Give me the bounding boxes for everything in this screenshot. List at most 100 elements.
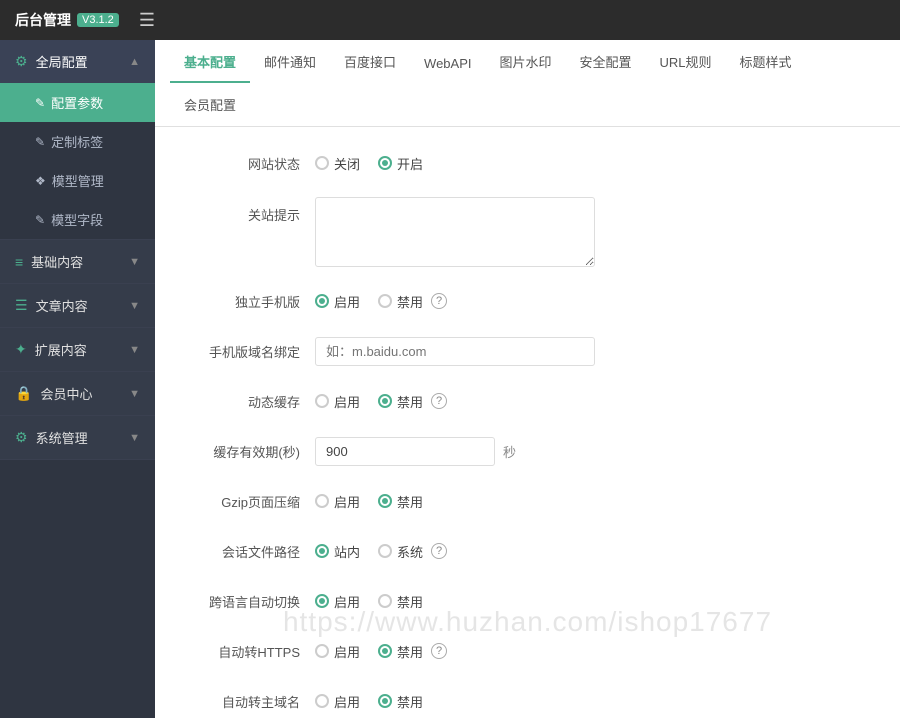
form-area: 网站状态 关闭 开启 关站提示	[155, 127, 900, 718]
radio-https-enable[interactable]: 启用	[315, 642, 360, 661]
radio-mobile-enable[interactable]: 启用	[315, 292, 360, 311]
radio-label-autodomain-disable: 禁用	[397, 692, 423, 711]
tab-bar: 基本配置 邮件通知 百度接口 WebAPI 图片水印 安全配置 URL规则 标题…	[155, 40, 900, 127]
sidebar-header-member[interactable]: 🔒 会员中心 ▼	[0, 372, 155, 415]
radio-label-gzip-enable: 启用	[334, 492, 360, 511]
radio-mobile-disable[interactable]: 禁用	[378, 292, 423, 311]
radio-https-disable[interactable]: 禁用	[378, 642, 423, 661]
form-row-auto-domain: 自动转主域名 启用 禁用	[185, 685, 870, 717]
form-row-cross-lang: 跨语言自动切换 启用 禁用	[185, 585, 870, 617]
label-close-tip: 关站提示	[185, 197, 315, 224]
radio-crosslang-enable[interactable]: 启用	[315, 592, 360, 611]
chevron-down-icon-basic: ▼	[129, 256, 140, 268]
radio-label-close: 关闭	[334, 154, 360, 173]
radio-session-system[interactable]: 系统	[378, 542, 423, 561]
sidebar-section-label-extend: 扩展内容	[35, 340, 87, 359]
list-icon: ≡	[15, 254, 23, 270]
radio-group-cross-lang: 启用 禁用	[315, 592, 423, 611]
radio-circle-autodomain-disable	[378, 694, 392, 708]
gear-icon: ⚙	[15, 53, 28, 70]
tab-url-rules[interactable]: URL规则	[646, 40, 726, 83]
label-auto-domain: 自动转主域名	[185, 692, 315, 711]
label-site-status: 网站状态	[185, 154, 315, 173]
info-icon-cache[interactable]: ?	[431, 393, 447, 409]
sidebar-header-global-config[interactable]: ⚙ 全局配置 ▲	[0, 40, 155, 83]
control-auto-https: 启用 禁用 ?	[315, 642, 870, 661]
sidebar-item-model-manage[interactable]: ❖ 模型管理	[0, 161, 155, 200]
system-icon: ⚙	[15, 429, 28, 446]
info-icon-session[interactable]: ?	[431, 543, 447, 559]
radio-circle-crosslang-enable	[315, 594, 329, 608]
radio-autodomain-disable[interactable]: 禁用	[378, 692, 423, 711]
info-icon-mobile[interactable]: ?	[431, 293, 447, 309]
form-row-dynamic-cache: 动态缓存 启用 禁用 ?	[185, 385, 870, 417]
form-row-mobile-domain: 手机版域名绑定	[185, 335, 870, 367]
tab-member-config[interactable]: 会员配置	[170, 83, 250, 126]
label-mobile-version: 独立手机版	[185, 292, 315, 311]
radio-label-https-disable: 禁用	[397, 642, 423, 661]
radio-site-close[interactable]: 关闭	[315, 154, 360, 173]
radio-group-auto-https: 启用 禁用	[315, 642, 423, 661]
chevron-down-icon-extend: ▼	[129, 344, 140, 356]
app-title: 后台管理	[15, 10, 71, 30]
radio-session-site[interactable]: 站内	[315, 542, 360, 561]
sidebar-header-system[interactable]: ⚙ 系统管理 ▼	[0, 416, 155, 459]
sidebar-item-config-params[interactable]: ✎ 配置参数	[0, 83, 155, 122]
radio-circle-cache-disable	[378, 394, 392, 408]
radio-autodomain-enable[interactable]: 启用	[315, 692, 360, 711]
radio-cache-enable[interactable]: 启用	[315, 392, 360, 411]
input-cache-expire[interactable]	[315, 437, 495, 466]
radio-label-https-enable: 启用	[334, 642, 360, 661]
textarea-close-tip[interactable]	[315, 197, 595, 267]
tab-image-watermark[interactable]: 图片水印	[486, 40, 566, 83]
control-mobile-domain	[315, 337, 870, 366]
sidebar-section-label-system: 系统管理	[36, 428, 88, 447]
tab-security-config[interactable]: 安全配置	[566, 40, 646, 83]
radio-label-session-system: 系统	[397, 542, 423, 561]
chevron-down-icon-system: ▼	[129, 432, 140, 444]
radio-gzip-enable[interactable]: 启用	[315, 492, 360, 511]
sidebar-section-article: ☰ 文章内容 ▼	[0, 284, 155, 328]
model-icon: ❖	[35, 174, 46, 188]
radio-group-dynamic-cache: 启用 禁用	[315, 392, 423, 411]
tab-mail-notify[interactable]: 邮件通知	[250, 40, 330, 83]
tab-title-style[interactable]: 标题样式	[726, 40, 806, 83]
radio-circle-autodomain-enable	[315, 694, 329, 708]
radio-label-crosslang-disable: 禁用	[397, 592, 423, 611]
edit2-icon: ✎	[35, 135, 45, 149]
info-icon-https[interactable]: ?	[431, 643, 447, 659]
radio-circle-https-disable	[378, 644, 392, 658]
sidebar-section-system: ⚙ 系统管理 ▼	[0, 416, 155, 460]
radio-circle-gzip-disable	[378, 494, 392, 508]
sidebar-item-model-fields[interactable]: ✎ 模型字段	[0, 200, 155, 239]
menu-icon[interactable]: ☰	[139, 10, 155, 31]
radio-cache-disable[interactable]: 禁用	[378, 392, 423, 411]
edit-icon: ✎	[35, 96, 45, 110]
radio-label-mobile-disable: 禁用	[397, 292, 423, 311]
sidebar-section-member: 🔒 会员中心 ▼	[0, 372, 155, 416]
radio-circle-close	[315, 156, 329, 170]
sidebar-section-global: ⚙ 全局配置 ▲ ✎ 配置参数 ✎ 定制标签 ❖ 模型管理 ✎ 模型字段	[0, 40, 155, 240]
sidebar-header-basic-content[interactable]: ≡ 基础内容 ▼	[0, 240, 155, 283]
radio-site-open[interactable]: 开启	[378, 154, 423, 173]
sidebar-section-label-article: 文章内容	[36, 296, 88, 315]
sidebar-section-label-global: 全局配置	[36, 52, 88, 71]
radio-crosslang-disable[interactable]: 禁用	[378, 592, 423, 611]
sidebar-header-extend[interactable]: ✦ 扩展内容 ▼	[0, 328, 155, 371]
radio-group-site-status: 关闭 开启	[315, 154, 423, 173]
chevron-up-icon: ▲	[129, 56, 140, 68]
radio-circle-https-enable	[315, 644, 329, 658]
tab-baidu-api[interactable]: 百度接口	[330, 40, 410, 83]
chevron-down-icon-article: ▼	[129, 300, 140, 312]
sidebar-header-article[interactable]: ☰ 文章内容 ▼	[0, 284, 155, 327]
form-row-cache-expire: 缓存有效期(秒) 秒	[185, 435, 870, 467]
control-cross-lang: 启用 禁用	[315, 592, 870, 611]
label-dynamic-cache: 动态缓存	[185, 392, 315, 411]
radio-label-mobile-enable: 启用	[334, 292, 360, 311]
sidebar-item-custom-tags[interactable]: ✎ 定制标签	[0, 122, 155, 161]
sidebar: ⚙ 全局配置 ▲ ✎ 配置参数 ✎ 定制标签 ❖ 模型管理 ✎ 模型字段	[0, 40, 155, 718]
radio-gzip-disable[interactable]: 禁用	[378, 492, 423, 511]
tab-basic-config[interactable]: 基本配置	[170, 40, 250, 83]
tab-webapi[interactable]: WebAPI	[410, 44, 485, 83]
input-mobile-domain[interactable]	[315, 337, 595, 366]
